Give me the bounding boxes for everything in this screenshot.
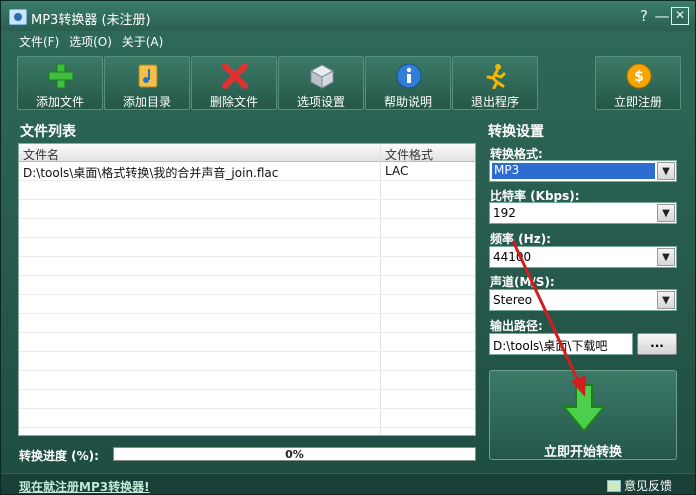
exit-label: 退出程序 bbox=[470, 95, 519, 109]
format-select[interactable]: MP3 ▼ bbox=[489, 160, 677, 182]
row-divider bbox=[19, 408, 475, 409]
title-bar: MP3转换器 (未注册) ? — ✕ bbox=[1, 1, 695, 31]
row-divider bbox=[19, 427, 475, 428]
help-info-button[interactable]: 帮助说明 bbox=[365, 56, 451, 110]
dollar-coin-icon: $ bbox=[626, 63, 652, 89]
window-title: MP3转换器 (未注册) bbox=[31, 13, 151, 28]
folder-music-icon bbox=[138, 64, 158, 88]
feedback-button[interactable]: 意见反馈 bbox=[607, 477, 672, 494]
delete-x-icon bbox=[222, 63, 248, 89]
row-divider bbox=[19, 218, 475, 219]
settings-title: 转换设置 bbox=[488, 124, 544, 140]
channel-label: 声道(M/S): bbox=[490, 275, 555, 289]
help-info-label: 帮助说明 bbox=[383, 95, 432, 109]
file-table[interactable]: 文件名 文件格式 D:\tools\桌面\格式转换\我的合并声音_join.fl… bbox=[18, 143, 476, 436]
table-header: 文件名 文件格式 bbox=[19, 144, 475, 162]
register-button[interactable]: $ 立即注册 bbox=[595, 56, 681, 110]
output-path-value: D:\tools\桌面\下载吧 bbox=[493, 339, 608, 353]
start-convert-label: 立即开始转换 bbox=[543, 445, 622, 460]
options-label: 选项设置 bbox=[296, 95, 345, 109]
menu-bar: 文件(F) 选项(O) 关于(A) bbox=[19, 33, 169, 49]
row-divider bbox=[19, 332, 475, 333]
output-path-input[interactable]: D:\tools\桌面\下载吧 bbox=[489, 333, 633, 355]
app-window: MP3转换器 (未注册) ? — ✕ 文件(F) 选项(O) 关于(A) 添加文… bbox=[0, 0, 696, 495]
chevron-down-icon[interactable]: ▼ bbox=[657, 162, 675, 180]
menu-file[interactable]: 文件(F) bbox=[19, 35, 59, 49]
output-path-label: 输出路径: bbox=[490, 319, 543, 333]
column-divider bbox=[380, 144, 381, 435]
browse-button[interactable]: ... bbox=[637, 333, 677, 355]
info-icon bbox=[396, 63, 422, 89]
start-convert-button[interactable]: 立即开始转换 bbox=[489, 370, 677, 460]
download-arrow-icon bbox=[561, 384, 607, 433]
add-folder-button[interactable]: 添加目录 bbox=[104, 56, 190, 110]
frequency-label: 频率 (Hz): bbox=[490, 232, 551, 246]
cube-settings-icon bbox=[309, 64, 335, 89]
file-name-cell: D:\tools\桌面\格式转换\我的合并声音_join.flac bbox=[23, 166, 279, 180]
row-divider bbox=[19, 389, 475, 390]
delete-file-label: 删除文件 bbox=[209, 95, 258, 109]
running-person-icon bbox=[486, 64, 506, 89]
progress-bar: 0% bbox=[113, 447, 476, 461]
add-file-button[interactable]: 添加文件 bbox=[17, 56, 103, 110]
chevron-down-icon[interactable]: ▼ bbox=[657, 204, 675, 222]
menu-options[interactable]: 选项(O) bbox=[69, 35, 112, 49]
svg-text:$: $ bbox=[634, 69, 644, 85]
register-label: 立即注册 bbox=[613, 95, 662, 109]
menu-about[interactable]: 关于(A) bbox=[122, 35, 164, 49]
register-link[interactable]: 现在就注册MP3转换器! bbox=[19, 478, 150, 495]
close-button[interactable]: ✕ bbox=[671, 7, 689, 25]
add-file-label: 添加文件 bbox=[35, 95, 84, 109]
column-header-format[interactable]: 文件格式 bbox=[385, 146, 433, 163]
format-value: MP3 bbox=[492, 163, 655, 179]
row-divider bbox=[19, 199, 475, 200]
row-divider bbox=[19, 351, 475, 352]
row-divider bbox=[19, 313, 475, 314]
row-divider bbox=[19, 237, 475, 238]
frequency-value: 44100 bbox=[493, 250, 532, 264]
options-button[interactable]: 选项设置 bbox=[278, 56, 364, 110]
chevron-down-icon[interactable]: ▼ bbox=[657, 291, 675, 309]
delete-file-button[interactable]: 删除文件 bbox=[191, 56, 277, 110]
bitrate-select[interactable]: 192 ▼ bbox=[489, 202, 677, 224]
file-format-cell: LAC bbox=[385, 164, 409, 178]
frequency-select[interactable]: 44100 ▼ bbox=[489, 246, 677, 268]
row-divider bbox=[19, 256, 475, 257]
feedback-icon bbox=[607, 480, 621, 492]
exit-button[interactable]: 退出程序 bbox=[452, 56, 538, 110]
progress-value: 0% bbox=[285, 448, 304, 461]
channel-value: Stereo bbox=[493, 293, 533, 307]
chevron-down-icon[interactable]: ▼ bbox=[657, 248, 675, 266]
progress-label: 转换进度 (%): bbox=[19, 449, 99, 463]
bitrate-value: 192 bbox=[493, 206, 516, 220]
add-folder-label: 添加目录 bbox=[122, 95, 171, 109]
row-divider bbox=[19, 370, 475, 371]
plus-icon bbox=[48, 63, 74, 89]
minimize-button[interactable]: — bbox=[653, 7, 671, 25]
channel-select[interactable]: Stereo ▼ bbox=[489, 289, 677, 311]
column-header-filename[interactable]: 文件名 bbox=[23, 146, 59, 163]
status-bar: 现在就注册MP3转换器! 意见反馈 bbox=[1, 473, 695, 494]
app-logo-icon bbox=[9, 9, 27, 25]
row-divider bbox=[19, 294, 475, 295]
row-divider bbox=[19, 275, 475, 276]
help-button[interactable]: ? bbox=[635, 7, 653, 25]
feedback-label: 意见反馈 bbox=[624, 479, 673, 493]
file-list-title: 文件列表 bbox=[20, 124, 76, 140]
